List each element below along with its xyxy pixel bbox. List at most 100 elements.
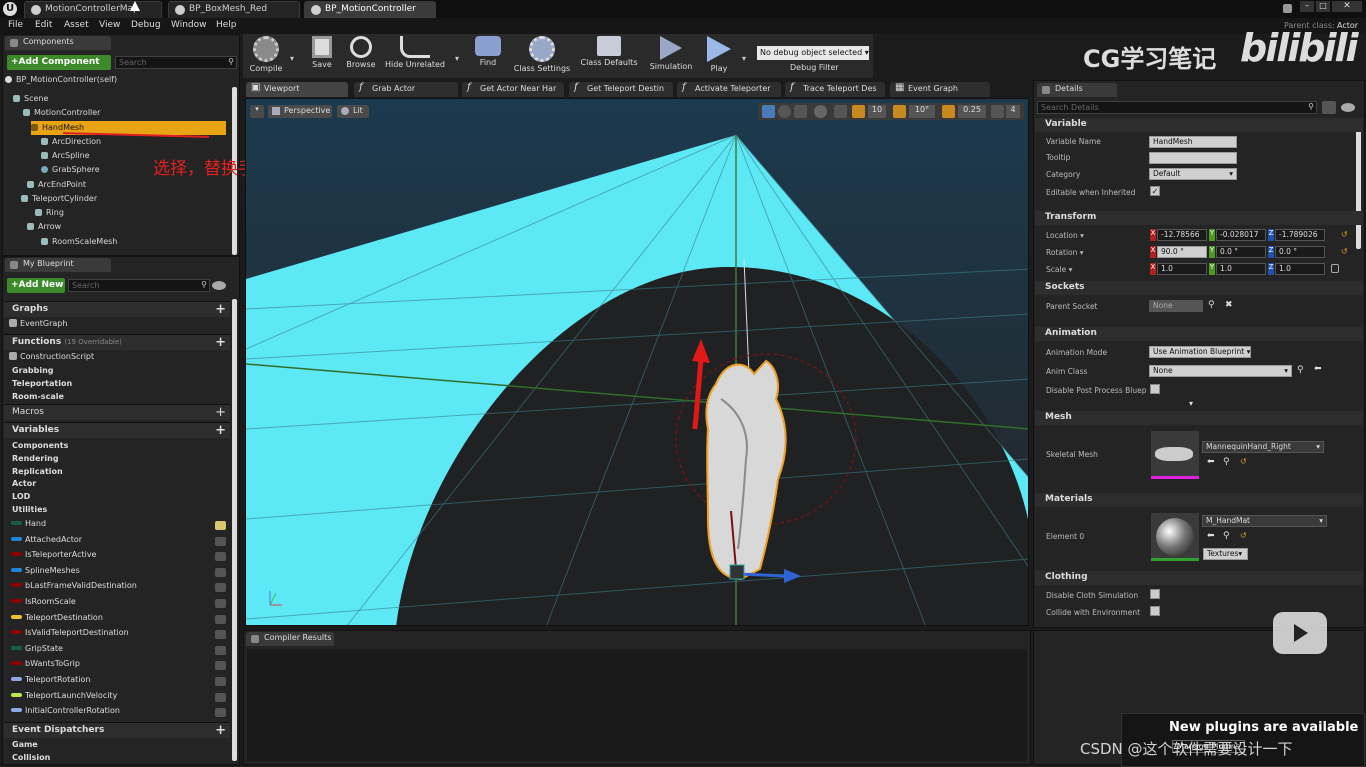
tree-item-arcendpoint[interactable]: ArcEndPoint bbox=[27, 178, 249, 192]
hide-unrelated-dropdown-icon[interactable]: ▾ bbox=[455, 54, 459, 63]
visibility-eye-icon[interactable] bbox=[215, 692, 226, 702]
tree-item-roomscalemesh[interactable]: RoomScaleMesh bbox=[41, 235, 263, 249]
editable-inherited-checkbox[interactable]: ✓ bbox=[1150, 186, 1160, 196]
camera-speed-icon[interactable] bbox=[991, 105, 1004, 118]
tab-activate-teleporter[interactable]: f Activate Teleporter bbox=[677, 82, 781, 97]
maximize-button[interactable]: □ bbox=[1316, 1, 1330, 12]
location-label[interactable]: Location ▾ bbox=[1046, 231, 1084, 240]
visibility-eye-icon[interactable] bbox=[215, 677, 226, 686]
reset-location-icon[interactable]: ↺ bbox=[1341, 230, 1348, 239]
play-dropdown-icon[interactable]: ▾ bbox=[742, 54, 746, 63]
scale-label[interactable]: Scale ▾ bbox=[1046, 265, 1072, 274]
dispatcher-category[interactable]: Game bbox=[4, 740, 38, 749]
category-dropdown[interactable]: Default ▾ bbox=[1149, 168, 1237, 180]
details-section-mesh[interactable]: Mesh bbox=[1035, 411, 1363, 425]
functions-section[interactable]: Functions (19 Overridable) + bbox=[4, 334, 230, 350]
reset-material-icon[interactable]: ↺ bbox=[1240, 531, 1247, 540]
debug-object-select[interactable]: No debug object selected ▾ bbox=[757, 46, 869, 60]
view-options-eye-icon[interactable] bbox=[212, 281, 226, 290]
save-button[interactable]: Save bbox=[307, 36, 337, 76]
variable-item[interactable]: IsTeleporterActive bbox=[11, 550, 229, 564]
add-graph-plus-icon[interactable]: + bbox=[215, 302, 226, 317]
details-section-clothing[interactable]: Clothing bbox=[1035, 571, 1363, 585]
menu-debug[interactable]: Debug bbox=[131, 20, 161, 30]
rotation-x-field[interactable]: 90.0 ° bbox=[1157, 246, 1207, 258]
eventgraph-item[interactable]: EventGraph bbox=[9, 319, 227, 333]
visibility-eye-icon[interactable] bbox=[215, 708, 226, 718]
clear-socket-icon[interactable]: ✖ bbox=[1225, 300, 1233, 310]
add-dispatcher-plus-icon[interactable]: + bbox=[215, 723, 226, 738]
visibility-eye-icon[interactable] bbox=[215, 645, 226, 655]
menu-file[interactable]: File bbox=[8, 20, 23, 30]
class-settings-button[interactable]: Class Settings bbox=[511, 36, 573, 76]
variables-section[interactable]: Variables + bbox=[4, 422, 230, 438]
visibility-eye-icon[interactable] bbox=[215, 661, 226, 671]
visibility-eye-icon[interactable] bbox=[215, 630, 226, 640]
tab-grab-actor[interactable]: f Grab Actor bbox=[354, 82, 458, 97]
tooltip-field[interactable] bbox=[1149, 152, 1237, 164]
details-view-options-eye-icon[interactable] bbox=[1341, 103, 1355, 112]
macros-section[interactable]: Macros + bbox=[4, 404, 230, 420]
tab-get-actor-near-hand[interactable]: f Get Actor Near Har bbox=[462, 82, 564, 97]
notification-bell-icon[interactable] bbox=[1283, 4, 1292, 13]
rotation-y-field[interactable]: 0.0 ° bbox=[1216, 246, 1266, 258]
variable-category[interactable]: LOD bbox=[4, 492, 30, 501]
dispatcher-category[interactable]: Collision bbox=[4, 753, 50, 762]
lock-scale-icon[interactable] bbox=[1331, 264, 1339, 273]
details-section-variable[interactable]: Variable bbox=[1035, 118, 1363, 132]
disable-cloth-checkbox[interactable] bbox=[1150, 589, 1160, 599]
scale-snap-value[interactable]: 0.25 bbox=[958, 105, 986, 118]
add-new-button[interactable]: +Add New bbox=[7, 278, 65, 293]
variable-item[interactable]: GripState bbox=[11, 644, 229, 658]
use-selected-anim-class-icon[interactable]: ⬅ bbox=[1314, 364, 1322, 374]
textures-dropdown[interactable]: Textures▾ bbox=[1203, 548, 1248, 560]
surface-snap-icon[interactable] bbox=[834, 105, 847, 118]
visibility-eye-icon[interactable] bbox=[215, 583, 226, 593]
rotation-label[interactable]: Rotation ▾ bbox=[1046, 248, 1084, 257]
scale-x-field[interactable]: 1.0 bbox=[1157, 263, 1207, 275]
location-x-field[interactable]: -12.78566 bbox=[1157, 229, 1207, 241]
browse-mesh-icon[interactable]: ⚲ bbox=[1223, 457, 1230, 467]
variable-category[interactable]: Utilities bbox=[4, 505, 47, 514]
my-blueprint-tab[interactable]: My Blueprint bbox=[5, 258, 111, 272]
visibility-eye-icon[interactable] bbox=[215, 552, 226, 562]
compiler-results-tab[interactable]: Compiler Results bbox=[246, 632, 334, 646]
variable-item[interactable]: AttachedActor bbox=[11, 535, 229, 549]
menu-edit[interactable]: Edit bbox=[35, 20, 52, 30]
title-tab-motioncontroller[interactable]: BP_MotionController bbox=[304, 1, 436, 18]
browse-button[interactable]: Browse bbox=[343, 36, 379, 76]
find-button[interactable]: Find bbox=[472, 36, 504, 76]
world-local-icon[interactable] bbox=[814, 105, 827, 118]
scale-tool-icon[interactable] bbox=[794, 105, 807, 118]
variable-item[interactable]: TeleportRotation bbox=[11, 675, 229, 689]
title-tab-boxmesh[interactable]: BP_BoxMesh_Red bbox=[168, 1, 300, 18]
variable-item[interactable]: TeleportLaunchVelocity bbox=[11, 691, 229, 705]
visibility-eye-icon[interactable] bbox=[215, 599, 226, 608]
use-selected-mesh-icon[interactable]: ⬅ bbox=[1207, 457, 1215, 467]
grid-snap-value[interactable]: 10 bbox=[868, 105, 886, 118]
details-section-materials[interactable]: Materials bbox=[1035, 493, 1363, 507]
variable-item[interactable]: bLastFrameValidDestination bbox=[11, 581, 229, 595]
visibility-eye-icon[interactable] bbox=[215, 567, 226, 577]
visibility-eye-icon[interactable] bbox=[215, 521, 226, 530]
variable-item[interactable]: Hand bbox=[11, 519, 229, 533]
property-matrix-icon[interactable] bbox=[1322, 101, 1336, 114]
variable-item[interactable]: bWantsToGrip bbox=[11, 659, 229, 673]
collide-environment-checkbox[interactable] bbox=[1150, 606, 1160, 616]
rotation-z-field[interactable]: 0.0 ° bbox=[1275, 246, 1325, 258]
add-macro-plus-icon[interactable]: + bbox=[215, 405, 226, 420]
compile-dropdown-icon[interactable]: ▾ bbox=[290, 54, 294, 63]
variable-category[interactable]: Rendering bbox=[4, 454, 59, 463]
tab-viewport[interactable]: ▣ Viewport bbox=[246, 82, 348, 97]
compile-button[interactable]: Compile bbox=[246, 36, 286, 76]
rotate-tool-icon[interactable] bbox=[778, 105, 791, 118]
simulation-button[interactable]: Simulation bbox=[647, 36, 695, 76]
location-y-field[interactable]: -0.028017 bbox=[1216, 229, 1266, 241]
components-search-input[interactable]: Search ⚲ bbox=[115, 56, 237, 69]
skeletal-mesh-thumbnail[interactable] bbox=[1151, 431, 1199, 479]
variable-item[interactable]: InitialControllerRotation bbox=[11, 706, 229, 720]
menu-window[interactable]: Window bbox=[171, 20, 207, 30]
tree-root-self[interactable]: BP_MotionController(self) bbox=[5, 73, 227, 87]
lit-button[interactable]: Lit bbox=[337, 105, 369, 118]
tab-trace-teleport-destination[interactable]: f Trace Teleport Des bbox=[785, 82, 885, 97]
